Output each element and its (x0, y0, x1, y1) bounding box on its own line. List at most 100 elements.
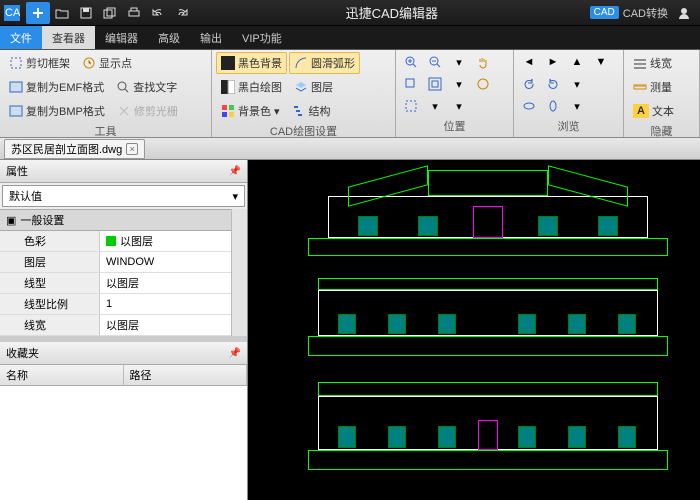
copy-emf-button[interactable]: 复制为EMF格式 (4, 76, 109, 98)
find-text-button[interactable]: 查找文字 (111, 76, 182, 98)
show-points-button[interactable]: 显示点 (77, 52, 137, 74)
orbit-pair-icon[interactable]: ▾ (566, 96, 588, 116)
black-bg-button[interactable]: 黑色背景 (216, 52, 287, 74)
bw-draw-button[interactable]: 黑白绘图 (216, 76, 287, 98)
rotate-pair-icon[interactable]: ▾ (566, 74, 588, 94)
new-file-icon[interactable] (26, 2, 50, 24)
fav-body (0, 386, 247, 500)
bw-icon (221, 80, 235, 94)
tab-editor[interactable]: 编辑器 (95, 26, 148, 49)
color-swatch (106, 236, 116, 246)
pan-hand-icon[interactable] (472, 52, 494, 72)
clock-icon (82, 56, 96, 70)
app-title: 迅捷CAD编辑器 (194, 3, 590, 22)
measure-button[interactable]: 测量 (628, 76, 695, 98)
zoom-extent-icon[interactable] (424, 74, 446, 94)
side-panel: 属性 📌 默认值▾ ▣一般设置 色彩以图层 图层WINDOW 线型以图层 线型比… (0, 160, 248, 500)
fav-title: 收藏夹 (6, 345, 39, 361)
zoom-sel-icon[interactable] (400, 96, 422, 116)
rotate-ccw-icon[interactable] (518, 74, 540, 94)
nav-up-icon[interactable]: ▲ (566, 52, 588, 72)
structure-button[interactable]: 结构 (287, 100, 336, 122)
save-icon[interactable] (74, 2, 98, 24)
ruler-icon (633, 80, 647, 94)
structure-icon (292, 104, 306, 118)
prop-row: 线宽以图层 (0, 315, 231, 336)
rotate-cw-icon[interactable] (542, 74, 564, 94)
scissors-icon (117, 104, 131, 118)
arc-icon (294, 56, 308, 70)
save-all-icon[interactable] (98, 2, 122, 24)
text-a-icon: A (633, 104, 649, 118)
cad-convert-link[interactable]: CAD转换 (623, 5, 668, 21)
copy-bmp-button[interactable]: 复制为BMP格式 (4, 100, 110, 122)
zoom-window-icon[interactable] (400, 74, 422, 94)
group-browse-label: 浏览 (518, 117, 619, 135)
print-icon[interactable] (122, 2, 146, 24)
tab-output[interactable]: 输出 (190, 26, 232, 49)
chevron-down-icon: ▾ (232, 190, 238, 203)
trim-raster-button: 修剪光栅 (112, 100, 183, 122)
linewidth-icon (633, 56, 647, 70)
tab-file[interactable]: 文件 (0, 26, 42, 49)
layers-icon (294, 80, 308, 94)
file-tab-bar: 苏区民居剖立面图.dwg × (0, 138, 700, 160)
rotate-pan-icon[interactable] (472, 74, 494, 94)
zoom-fit-icon[interactable]: ▾ (448, 52, 470, 72)
props-combo[interactable]: 默认值▾ (2, 185, 245, 207)
prop-row: 线型比例1 (0, 294, 231, 315)
tab-vip[interactable]: VIP功能 (232, 26, 292, 49)
props-title: 属性 (6, 163, 28, 179)
nav-down-icon[interactable]: ▼ (590, 52, 612, 72)
prop-row: 色彩以图层 (0, 231, 231, 252)
prop-row: 图层WINDOW (0, 252, 231, 273)
group-hidden-label: 隐藏 (628, 122, 695, 140)
main-tabs: 文件 查看器 编辑器 高级 输出 VIP功能 (0, 26, 700, 50)
bmp-icon (9, 104, 23, 118)
orbit-left-icon[interactable] (518, 96, 540, 116)
group-position-label: 位置 (400, 117, 509, 135)
redo-icon[interactable] (170, 2, 194, 24)
svg-text:CAD: CAD (5, 7, 20, 19)
pin-icon[interactable]: 📌 (229, 166, 241, 177)
fav-col-name[interactable]: 名称 (0, 365, 124, 385)
linewidth-button[interactable]: 线宽 (628, 52, 695, 74)
fav-columns: 名称 路径 (0, 365, 247, 386)
nav-right-icon[interactable]: ► (542, 52, 564, 72)
tab-viewer[interactable]: 查看器 (42, 26, 95, 49)
bg-color-button[interactable]: 背景色▾ (216, 100, 285, 122)
emf-icon (9, 80, 23, 94)
zoom-realtime-icon[interactable]: ▾ (448, 96, 470, 116)
orbit-right-icon[interactable] (542, 96, 564, 116)
undo-icon[interactable] (146, 2, 170, 24)
cad-badge: CAD (590, 6, 619, 19)
group-cadset-label: CAD绘图设置 (216, 122, 391, 140)
crop-frame-button[interactable]: 剪切框架 (4, 52, 75, 74)
file-tab-name: 苏区民居剖立面图.dwg (11, 141, 122, 157)
user-icon[interactable] (672, 2, 696, 24)
text-button[interactable]: A文本 (628, 100, 695, 122)
nav-left-icon[interactable]: ◄ (518, 52, 540, 72)
zoom-region-icon[interactable]: ▾ (448, 74, 470, 94)
props-grid: 色彩以图层 图层WINDOW 线型以图层 线型比例1 线宽以图层 (0, 231, 231, 336)
smooth-arc-button[interactable]: 圆滑弧形 (289, 52, 360, 74)
drawing-canvas[interactable] (248, 160, 700, 500)
fav-col-path[interactable]: 路径 (124, 365, 248, 385)
tab-advanced[interactable]: 高级 (148, 26, 190, 49)
search-icon (116, 80, 130, 94)
close-tab-icon[interactable]: × (126, 143, 138, 155)
zoom-in-icon[interactable] (400, 52, 422, 72)
layers-button[interactable]: 图层 (289, 76, 338, 98)
group-tools-label: 工具 (4, 122, 207, 140)
open-folder-icon[interactable] (50, 2, 74, 24)
crop-icon (9, 56, 23, 70)
collapse-icon: ▣ (6, 214, 16, 227)
pin-icon[interactable]: 📌 (229, 348, 241, 359)
black-bg-icon (221, 56, 235, 70)
zoom-out-icon[interactable] (424, 52, 446, 72)
props-section[interactable]: ▣一般设置 (0, 209, 231, 231)
titlebar: CAD 迅捷CAD编辑器 CAD CAD转换 (0, 0, 700, 26)
props-scrollbar[interactable] (231, 209, 247, 336)
file-tab[interactable]: 苏区民居剖立面图.dwg × (4, 139, 145, 159)
zoom-prev-icon[interactable]: ▾ (424, 96, 446, 116)
